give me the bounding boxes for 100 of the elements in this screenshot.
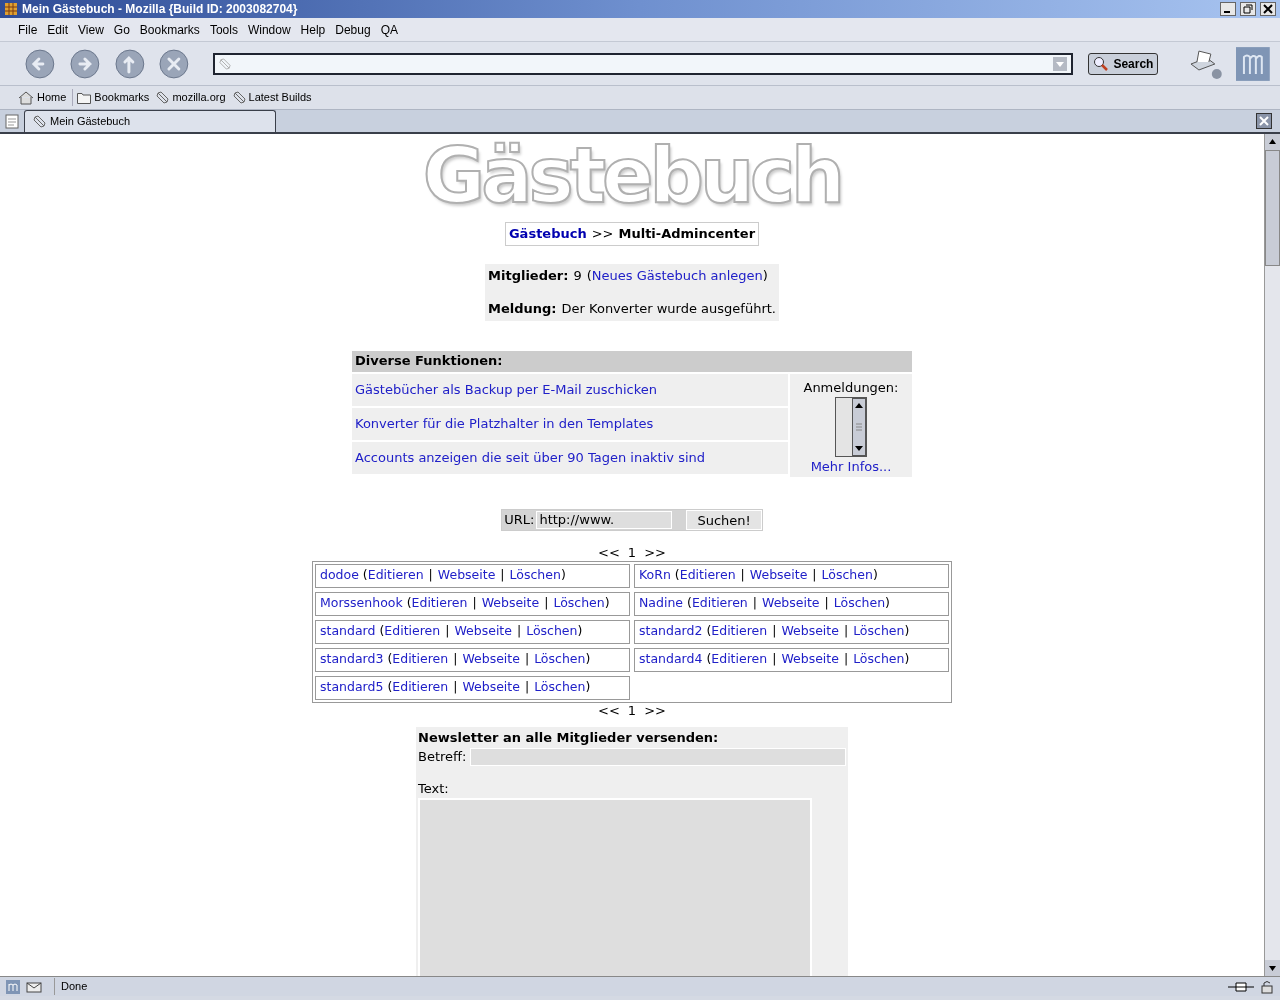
pager-prev[interactable]: <<	[598, 544, 620, 561]
bookmark-item[interactable]: Latest Builds	[232, 89, 315, 106]
address-field[interactable]	[213, 52, 1074, 75]
menu-item[interactable]: Tools	[209, 20, 238, 39]
breadcrumb-link[interactable]: Gästebuch	[508, 224, 587, 244]
member-action-link[interactable]: Editieren	[392, 650, 449, 669]
paren: )	[585, 650, 591, 669]
member-name-link[interactable]: standard4	[639, 650, 703, 669]
dropdown-icon[interactable]	[1053, 56, 1068, 71]
menu-item[interactable]: QA	[380, 20, 398, 39]
bookmark-item[interactable]: Home	[18, 89, 74, 106]
scroll-down-icon[interactable]	[1265, 960, 1280, 976]
reload-icon[interactable]	[113, 47, 146, 80]
more-info-link[interactable]: Mehr Infos...	[810, 457, 892, 477]
search-submit-button[interactable]: Suchen!	[686, 509, 762, 530]
pager-next[interactable]: >>	[644, 544, 666, 561]
paren: )	[904, 650, 910, 669]
scroll-thumb[interactable]	[1265, 150, 1280, 266]
member-action-link[interactable]: Webseite	[781, 622, 839, 641]
subject-field[interactable]	[470, 747, 846, 766]
bookmark-icon	[156, 91, 170, 104]
member-name-link[interactable]: standard5	[320, 678, 384, 697]
member-action-link[interactable]: Webseite	[481, 594, 540, 613]
stop-icon[interactable]	[158, 47, 191, 80]
pager-prev[interactable]: <<	[598, 702, 620, 719]
registrations-list[interactable]	[835, 397, 867, 457]
member-action-link[interactable]: Löschen	[509, 566, 561, 585]
separator: |	[772, 650, 777, 669]
member-action-link[interactable]: Editieren	[711, 650, 768, 669]
member-name-link[interactable]: Morssenhook	[320, 594, 403, 613]
search-button[interactable]: Search	[1088, 52, 1159, 75]
member-action-link[interactable]: Editieren	[711, 622, 768, 641]
menu-item[interactable]: Edit	[47, 20, 69, 39]
pager-next[interactable]: >>	[644, 702, 666, 719]
member-action-link[interactable]: Löschen	[553, 594, 605, 613]
member-action-link[interactable]: Editieren	[411, 594, 468, 613]
member-name-link[interactable]: standard3	[320, 650, 384, 669]
member-action-link[interactable]: Löschen	[534, 678, 586, 697]
member-action-link[interactable]: Editieren	[384, 622, 441, 641]
member-action-link[interactable]: Webseite	[454, 622, 512, 641]
text-label: Text:	[418, 779, 450, 798]
member-name-link[interactable]: standard2	[639, 622, 703, 641]
member-action-link[interactable]: Editieren	[367, 566, 424, 585]
url-field[interactable]: http://www.	[536, 510, 673, 529]
page-scrollbar[interactable]	[1264, 134, 1280, 976]
bookmark-item[interactable]: mozilla.org	[156, 89, 229, 106]
bookmark-item[interactable]: Bookmarks	[77, 89, 153, 106]
member-action-link[interactable]: Löschen	[526, 622, 578, 641]
bookmark-icon	[232, 91, 246, 104]
close-tab-icon[interactable]	[1256, 113, 1272, 129]
back-icon[interactable]	[24, 47, 56, 80]
paren: (	[674, 566, 680, 585]
paren: (	[406, 594, 412, 613]
paren: (	[687, 594, 692, 613]
app-icon	[4, 2, 18, 16]
member-action-link[interactable]: Löschen	[833, 594, 886, 613]
logo-icon[interactable]	[6, 979, 20, 994]
menu-item[interactable]: Help	[300, 20, 326, 39]
paren: (	[379, 622, 385, 641]
menu-item[interactable]: Go	[113, 20, 130, 39]
member-action-link[interactable]: Webseite	[462, 650, 520, 669]
new-tab-icon[interactable]	[4, 113, 20, 129]
member-action-link[interactable]: Editieren	[691, 594, 748, 613]
member-name-link[interactable]: Nadine	[639, 594, 684, 613]
separator: |	[524, 678, 530, 697]
member-action-link[interactable]: Webseite	[781, 650, 839, 669]
member-action-link[interactable]: Webseite	[462, 678, 520, 697]
menu-item[interactable]: Bookmarks	[139, 20, 200, 39]
browser-tab[interactable]: Mein Gästebuch	[24, 110, 276, 132]
forward-icon[interactable]	[68, 47, 101, 80]
member-name-link[interactable]: dodoe	[320, 566, 359, 585]
member-name-link[interactable]: standard	[320, 622, 376, 641]
member-action-link[interactable]: Webseite	[762, 594, 820, 613]
paren: )	[885, 594, 890, 613]
member-name-link[interactable]: KoRn	[639, 566, 671, 585]
logo-icon[interactable]	[1236, 46, 1270, 81]
menu-item[interactable]: File	[18, 20, 38, 39]
registrations-label: Anmeldungen:	[803, 378, 899, 397]
menu-item[interactable]: Debug	[335, 20, 371, 39]
close-icon[interactable]	[1260, 2, 1276, 16]
member-action-link[interactable]: Editieren	[392, 678, 449, 697]
member-action-link[interactable]: Löschen	[853, 650, 905, 669]
scroll-up-icon[interactable]	[1265, 134, 1280, 150]
member-action-link[interactable]: Webseite	[749, 566, 808, 585]
mail-icon[interactable]	[26, 979, 44, 994]
member-action-link[interactable]: Löschen	[821, 566, 873, 585]
member-action-link[interactable]: Editieren	[679, 566, 736, 585]
menu-item[interactable]: View	[78, 20, 104, 39]
new-guestbook-link[interactable]: Neues Gästebuch anlegen	[591, 265, 763, 285]
separator: |	[740, 566, 745, 585]
scrollbar-icon[interactable]	[852, 398, 866, 456]
separator: |	[843, 650, 849, 669]
restore-icon[interactable]	[1240, 2, 1256, 16]
member-action-link[interactable]: Löschen	[853, 622, 905, 641]
member-action-link[interactable]: Webseite	[437, 566, 496, 585]
separator: |	[544, 594, 549, 613]
member-action-link[interactable]: Löschen	[534, 650, 586, 669]
guestbook-logo: Gästebuch	[422, 136, 842, 216]
minimize-icon[interactable]	[1220, 2, 1236, 16]
menu-item[interactable]: Window	[247, 20, 291, 39]
